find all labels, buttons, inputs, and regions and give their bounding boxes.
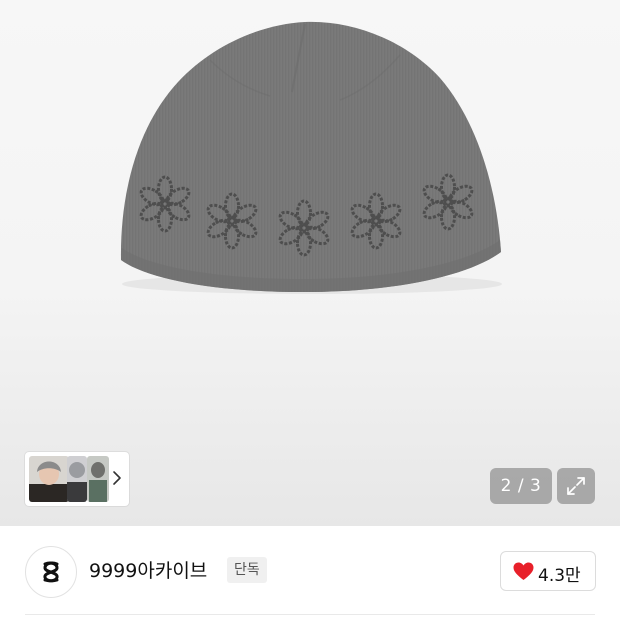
thumbnail-strip[interactable] [25, 452, 129, 506]
store-logo-icon [43, 561, 59, 583]
store-name[interactable]: 9999아카이브 [89, 556, 207, 583]
product-image-gallery[interactable]: 2 / 3 [0, 0, 620, 526]
store-logo[interactable] [25, 546, 77, 598]
expand-button[interactable] [557, 468, 595, 504]
like-button[interactable]: 4.3만 [500, 551, 596, 591]
thumbnail-image[interactable] [87, 456, 109, 502]
like-count: 4.3만 [538, 566, 581, 586]
product-image-beanie [120, 21, 502, 294]
divider [25, 614, 595, 615]
image-pager: 2 / 3 [490, 468, 552, 504]
expand-icon [567, 477, 585, 495]
heart-icon [513, 562, 534, 580]
thumbnail-image[interactable] [67, 456, 87, 502]
store-info-row: 9999아카이브 단독 4.3만 [0, 526, 620, 620]
chevron-right-icon[interactable] [111, 466, 123, 490]
exclusive-badge: 단독 [227, 557, 267, 583]
thumbnail-image[interactable] [29, 456, 69, 502]
